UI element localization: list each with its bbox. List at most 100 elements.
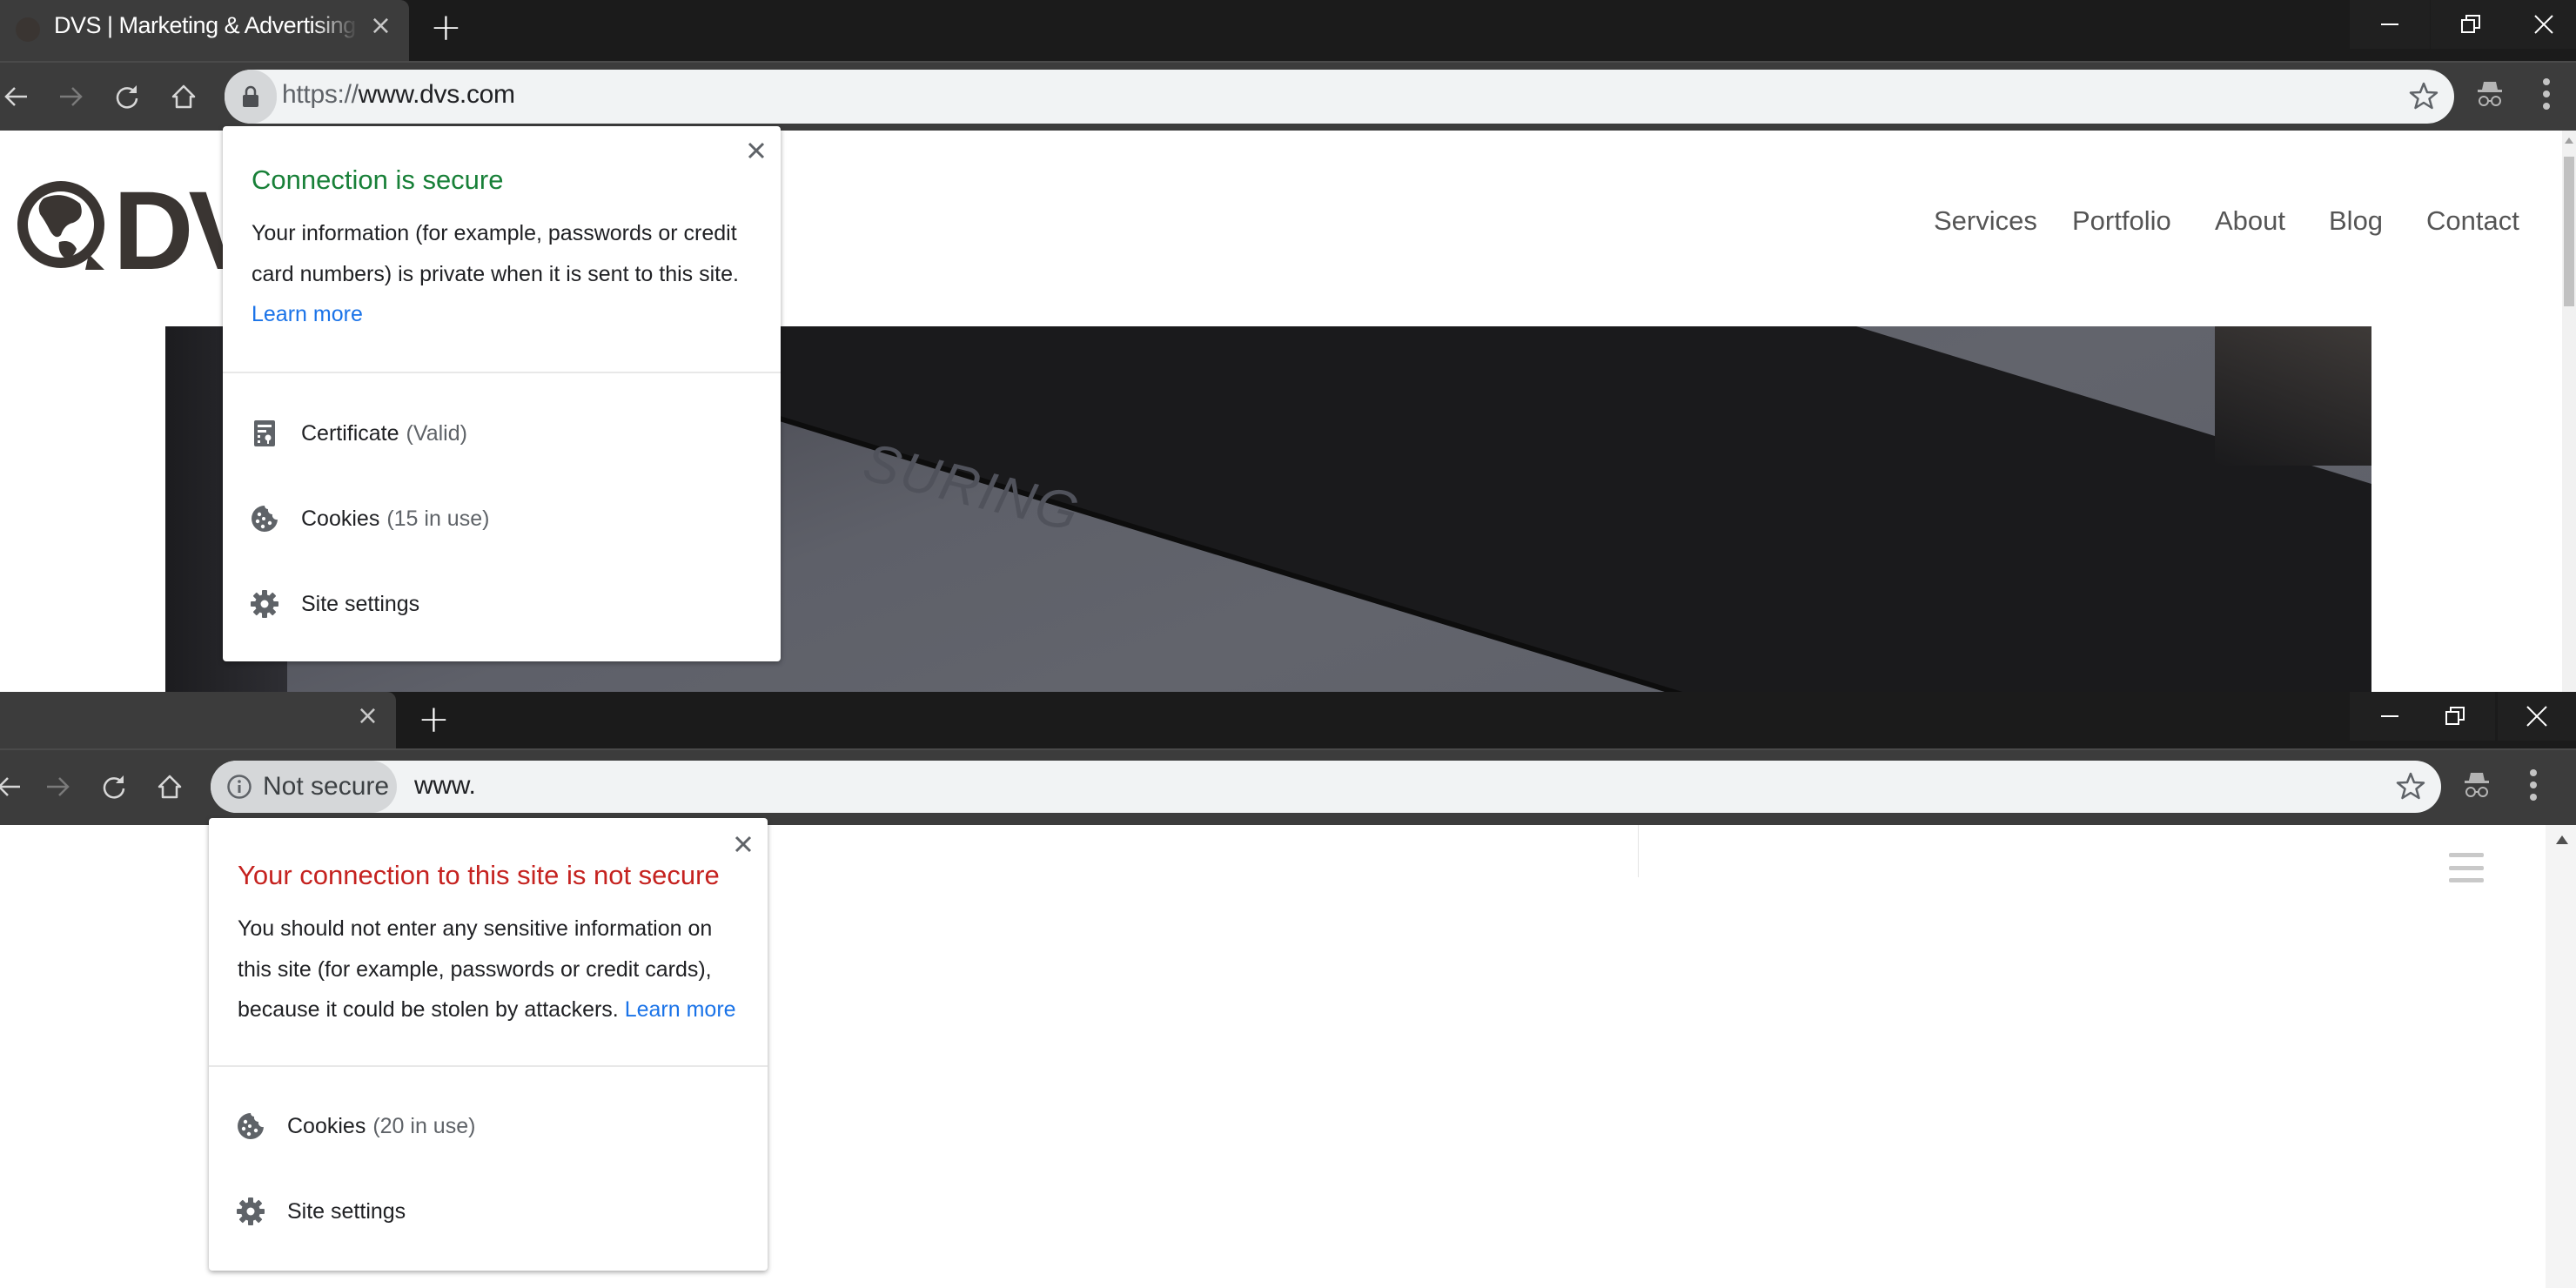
reload-button[interactable] <box>105 75 149 118</box>
popup-description: Your information (for example, passwords… <box>252 213 739 335</box>
incognito-indicator[interactable] <box>2476 78 2504 112</box>
close-icon <box>2526 706 2547 727</box>
browser-toolbar: https://www.dvs.com <box>0 61 2576 131</box>
tab-strip: DVS | Marketing & Advertising Agency × + <box>0 0 2576 61</box>
popup-close-button[interactable] <box>735 835 752 857</box>
cookies-label: Cookies <box>287 1113 366 1138</box>
window-close-button[interactable] <box>2498 692 2576 741</box>
back-arrow-icon <box>4 87 27 106</box>
restore-icon <box>2461 15 2480 33</box>
browser-toolbar: Not secure www. <box>0 748 2576 825</box>
window-close-button[interactable] <box>2511 0 2576 49</box>
site-info-button[interactable]: Not secure <box>211 761 397 813</box>
reload-button[interactable] <box>92 765 136 808</box>
back-button[interactable] <box>0 75 38 118</box>
reload-icon <box>103 775 125 799</box>
restore-button[interactable] <box>2415 692 2495 741</box>
learn-more-link[interactable]: Learn more <box>625 997 736 1022</box>
bookmark-star-button[interactable] <box>2409 81 2438 115</box>
favicon-icon <box>16 17 40 42</box>
nav-blog[interactable]: Blog <box>2329 205 2383 237</box>
tab-active[interactable]: × <box>0 692 396 748</box>
nav-portfolio[interactable]: Portfolio <box>2072 205 2171 237</box>
nav-services[interactable]: Services <box>1934 205 2037 237</box>
new-tab-button[interactable]: + <box>430 5 462 50</box>
close-icon <box>2533 15 2553 34</box>
site-settings-label: Site settings <box>301 591 420 616</box>
bookmark-star-button[interactable] <box>2396 771 2425 805</box>
not-secure-label: Not secure <box>263 772 390 801</box>
close-icon <box>748 142 765 159</box>
url-text[interactable]: www. <box>414 771 476 801</box>
site-settings-row[interactable]: Site settings <box>223 565 781 643</box>
gear-icon <box>249 588 280 620</box>
url-host: www.dvs.com <box>358 80 515 109</box>
url-scheme: https:// <box>282 80 359 109</box>
learn-more-link[interactable]: Learn more <box>252 302 363 326</box>
site-logo[interactable]: DVS <box>10 169 332 293</box>
reload-icon <box>116 85 138 109</box>
forward-arrow-icon <box>60 87 83 106</box>
site-menu-button[interactable] <box>2449 853 2484 882</box>
site-settings-row[interactable]: Site settings <box>209 1172 768 1251</box>
minimize-button[interactable] <box>2350 0 2430 49</box>
back-button[interactable] <box>0 765 31 808</box>
popup-title: Your connection to this site is not secu… <box>238 860 720 890</box>
home-button[interactable] <box>148 765 191 808</box>
restore-button[interactable] <box>2431 0 2511 49</box>
forward-button[interactable] <box>36 765 79 808</box>
tab-close-button[interactable]: × <box>357 701 379 731</box>
incognito-icon <box>2478 82 2502 106</box>
certificate-status: (Valid) <box>406 420 467 446</box>
hamburger-line <box>2449 878 2484 882</box>
page-scrollbar[interactable] <box>2546 825 2576 1288</box>
site-info-button[interactable] <box>225 70 277 124</box>
incognito-indicator[interactable] <box>2463 769 2491 803</box>
info-icon <box>227 775 252 799</box>
incognito-icon <box>2465 773 2489 797</box>
page-info-popup-not-secure: Your connection to this site is not secu… <box>209 818 768 1271</box>
restore-icon <box>2445 707 2465 725</box>
hamburger-icon <box>2449 853 2484 857</box>
page-scrollbar[interactable] <box>2562 131 2576 692</box>
tab-strip: × + <box>0 692 2576 748</box>
browser-menu-button[interactable] <box>2541 77 2552 116</box>
tab-active[interactable]: DVS | Marketing & Advertising Agency × <box>0 0 409 61</box>
popup-description: You should not enter any sensitive infor… <box>238 909 751 1030</box>
url-text[interactable]: https://www.dvs.com <box>282 80 515 110</box>
cookies-row[interactable]: Cookies (20 in use) <box>209 1087 768 1165</box>
scrollbar-thumb[interactable] <box>2564 157 2574 306</box>
page-info-popup-secure: Connection is secure Your information (f… <box>223 126 781 661</box>
address-bar[interactable]: https://www.dvs.com <box>225 70 2454 124</box>
popup-divider <box>223 372 781 373</box>
back-arrow-icon <box>0 777 20 796</box>
nav-about[interactable]: About <box>2215 205 2285 237</box>
cookies-row[interactable]: Cookies (15 in use) <box>223 480 781 558</box>
close-icon <box>735 835 752 853</box>
browser-menu-button[interactable] <box>2528 768 2539 807</box>
forward-arrow-icon <box>47 777 70 796</box>
hero-corner <box>2215 326 2371 466</box>
browser-window-secure: DVS | Marketing & Advertising Agency × + <box>0 0 2576 692</box>
cookie-icon <box>235 1110 266 1142</box>
certificate-row[interactable]: Certificate (Valid) <box>223 394 781 473</box>
header-divider <box>1638 825 1639 877</box>
star-icon <box>2396 772 2425 800</box>
cookies-count: (20 in use) <box>372 1113 476 1138</box>
hamburger-line <box>2449 865 2484 870</box>
home-button[interactable] <box>162 75 205 118</box>
gear-icon <box>235 1196 266 1227</box>
home-icon <box>171 84 196 109</box>
scroll-up-icon[interactable] <box>2556 835 2568 844</box>
nav-contact[interactable]: Contact <box>2426 205 2519 237</box>
forward-button[interactable] <box>49 75 92 118</box>
cookies-label: Cookies <box>301 506 380 531</box>
tab-close-button[interactable]: × <box>370 10 392 41</box>
new-tab-button[interactable]: + <box>418 697 450 741</box>
scroll-up-icon[interactable] <box>2565 138 2573 144</box>
certificate-icon <box>249 418 280 449</box>
address-bar[interactable]: Not secure www. <box>211 761 2441 813</box>
popup-close-button[interactable] <box>748 142 765 164</box>
site-settings-label: Site settings <box>287 1198 406 1224</box>
browser-window-not-secure: × + Not secure www. Your connection to t… <box>0 692 2576 1288</box>
